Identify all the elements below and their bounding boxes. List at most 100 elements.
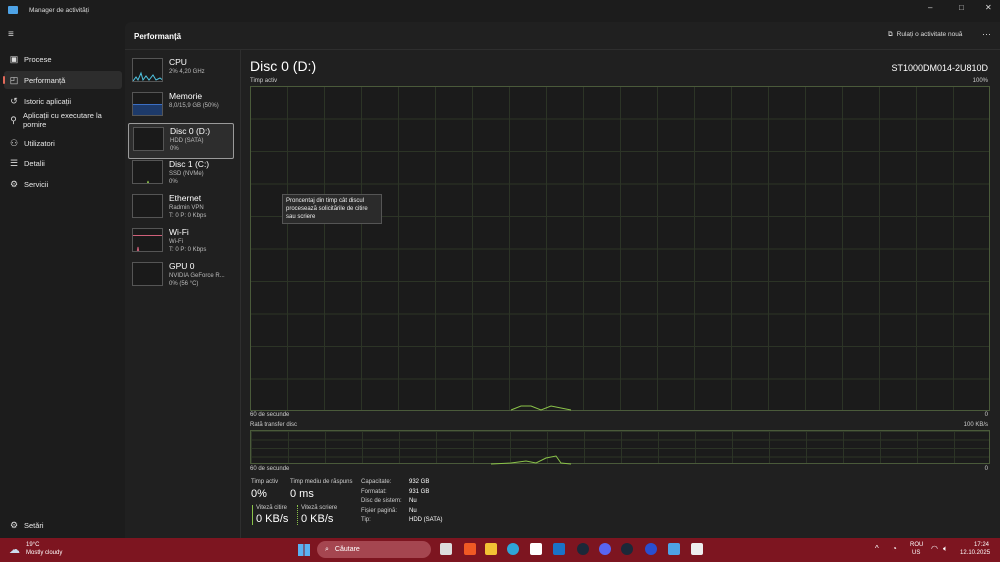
sidebar-item-4[interactable]: ⚇ Utilizatori	[4, 134, 122, 152]
device-item-gpu-0[interactable]: GPU 0 NVIDIA GeForce R... 0% (56 °C)	[128, 259, 234, 295]
device-thumbnail-graph	[132, 228, 163, 252]
device-name: Wi-Fi	[169, 227, 189, 237]
chart2-label: Rată transfer disc	[250, 422, 298, 428]
device-thumbnail-graph	[132, 160, 163, 184]
app-icon-blue[interactable]	[645, 543, 657, 555]
device-subtitle: HDD (SATA)	[170, 138, 204, 144]
run-task-label: Rulați o activitate nouă	[896, 31, 963, 38]
keyboard-layout[interactable]: US	[912, 550, 920, 556]
steam-icon-2[interactable]	[621, 543, 633, 555]
device-subtitle: Radmin VPN	[169, 205, 204, 211]
active-time-line	[510, 405, 572, 411]
youtube-icon[interactable]	[530, 543, 542, 555]
property-row: Fișier pagină: Nu	[361, 508, 442, 518]
sidebar-item-label: Performanță	[24, 75, 66, 85]
device-usage: T: 0 P: 0 Kbps	[169, 247, 207, 253]
window-title: Manager de activități	[29, 7, 89, 14]
page-title: Performanță	[134, 32, 182, 41]
sidebar-item-label: Aplicații cu executare la pornire	[23, 111, 102, 129]
chart2-xlabel: 60 de secunde	[250, 466, 290, 472]
clock-time[interactable]: 17:24	[974, 542, 989, 548]
clock-date[interactable]: 12.10.2025	[960, 550, 990, 556]
sidebar-item-label: Procese	[24, 54, 52, 64]
wifi-icon[interactable]: ◠	[931, 544, 938, 553]
app-icon-notepad[interactable]	[691, 543, 703, 555]
settings-label: Setări	[24, 520, 44, 530]
outlook-icon[interactable]	[553, 543, 565, 555]
tray-overflow-icon[interactable]: ^	[875, 544, 879, 553]
sidebar-item-label: Istoric aplicații	[24, 96, 72, 106]
sidebar-nav: ≡ ▣ Procese ◰ Performanță ↺ Istoric aplicații…	[0, 22, 125, 538]
device-subtitle: NVIDIA GeForce R...	[169, 273, 225, 279]
weather-temp[interactable]: 19°C	[26, 542, 39, 548]
device-usage: 0% (56 °C)	[169, 281, 199, 287]
start-button[interactable]	[298, 544, 310, 556]
sidebar-item-0[interactable]: ▣ Procese	[4, 50, 122, 68]
sidebar-item-5[interactable]: ☰ Detalii	[4, 154, 122, 172]
active-time-value: 0%	[251, 488, 267, 500]
transfer-rate-line	[490, 455, 572, 465]
property-label: Fișier pagină:	[361, 507, 398, 514]
device-name: Memorie	[169, 91, 203, 101]
active-time-chart: Proncentaj din timp cât discul proceseaz…	[250, 86, 990, 411]
close-button[interactable]: ✕	[985, 3, 992, 12]
device-item-cpu[interactable]: CPU 2% 4,20 GHz	[128, 55, 234, 91]
device-item-memorie[interactable]: Memorie 8,0/15,9 GB (50%)	[128, 89, 234, 125]
run-task-button[interactable]: ⧉ Rulați o activitate nouă	[888, 31, 962, 39]
details-icon: ☰	[9, 157, 19, 168]
device-item-disc-0-d-[interactable]: Disc 0 (D:) HDD (SATA) 0%	[128, 123, 234, 159]
property-label: Tip:	[361, 517, 371, 523]
device-name: Ethernet	[169, 193, 202, 203]
sidebar-item-1[interactable]: ◰ Performanță	[3, 71, 122, 89]
device-subtitle: SSD (NVMe)	[169, 171, 204, 177]
weather-desc[interactable]: Mostly cloudy	[26, 550, 62, 556]
property-label: Disc de sistem:	[361, 498, 402, 504]
device-usage: 0%	[169, 179, 178, 185]
device-item-wi-fi[interactable]: Wi-Fi Wi-Fi T: 0 P: 0 Kbps	[128, 225, 234, 261]
sidebar-item-2[interactable]: ↺ Istoric aplicații	[4, 92, 122, 110]
taskbar: ☁ 19°C Mostly cloudy ⌕ Căutare ^ ◔ ROU US…	[0, 538, 1000, 562]
device-subtitle: Wi-Fi	[169, 239, 183, 245]
weather-icon: ☁	[9, 544, 20, 556]
task-view-icon[interactable]	[440, 543, 452, 555]
device-title: Disc 0 (D:)	[250, 58, 317, 74]
volume-icon[interactable]: 🔈︎	[943, 544, 948, 554]
hamburger-menu-icon[interactable]: ≡	[8, 29, 14, 40]
property-value: Nu	[409, 507, 417, 514]
taskbar-search[interactable]: ⌕ Căutare	[317, 541, 431, 558]
maximize-button[interactable]: □	[959, 3, 964, 12]
tray-app-icon[interactable]: ◔	[892, 544, 897, 553]
device-subtitle: 8,0/15,9 GB (50%)	[169, 103, 219, 109]
device-usage: T: 0 P: 0 Kbps	[169, 213, 207, 219]
device-item-disc-1-c-[interactable]: Disc 1 (C:) SSD (NVMe) 0%	[128, 157, 234, 193]
chart1-min: 0	[984, 412, 988, 418]
edge-icon[interactable]	[507, 543, 519, 555]
device-model: ST1000DM014-2U810D	[891, 63, 988, 73]
device-thumbnail-graph	[132, 262, 163, 286]
sidebar-item-label: Servicii	[24, 179, 49, 189]
minimize-button[interactable]: –	[928, 3, 932, 12]
run-task-icon: ⧉	[888, 31, 893, 38]
read-speed-value: 0 KB/s	[256, 513, 289, 525]
device-item-ethernet[interactable]: Ethernet Radmin VPN T: 0 P: 0 Kbps	[128, 191, 234, 227]
device-thumbnail-graph	[132, 194, 163, 218]
brave-icon[interactable]	[464, 543, 476, 555]
device-name: Disc 1 (C:)	[169, 159, 210, 169]
property-row: Capacitate: 932 GB	[361, 479, 442, 489]
sidebar-item-settings[interactable]: ⚙ Setări	[4, 516, 122, 534]
file-explorer-icon[interactable]	[485, 543, 497, 555]
users-icon: ⚇	[9, 137, 19, 148]
sidebar-item-3[interactable]: ⚲ Aplicații cu executare la pornire	[4, 109, 122, 131]
sidebar-item-label: Utilizatori	[24, 138, 55, 148]
read-speed-group: Viteză citire 0 KB/s	[252, 505, 288, 525]
discord-icon[interactable]	[599, 543, 611, 555]
startup-icon: ⚲	[10, 114, 17, 125]
more-options-button[interactable]: ···	[982, 29, 991, 39]
chart1-xlabel: 60 de secunde	[250, 412, 290, 418]
language-code[interactable]: ROU	[910, 542, 923, 548]
property-label: Formatat:	[361, 488, 387, 495]
write-speed-group: Viteză scriere 0 KB/s	[297, 505, 337, 525]
task-manager-taskbar-icon[interactable]	[668, 543, 680, 555]
steam-icon[interactable]	[577, 543, 589, 555]
sidebar-item-6[interactable]: ⚙ Servicii	[4, 175, 122, 193]
